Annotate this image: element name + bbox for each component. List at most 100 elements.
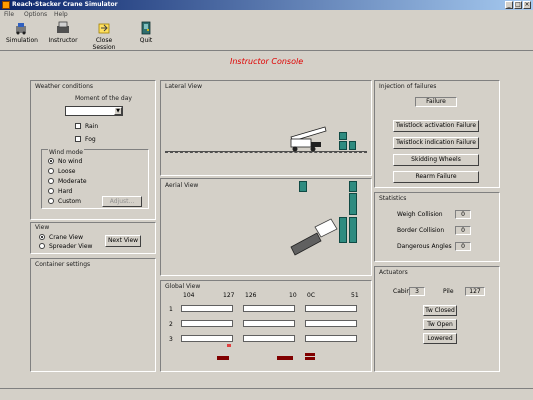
spreader-view-radio[interactable] (39, 243, 45, 249)
wind-radio-no-wind[interactable] (48, 158, 54, 164)
global-row-label: 2 (169, 321, 173, 328)
global-col-label: 10 (289, 292, 297, 299)
global-bay (181, 305, 233, 312)
container-lateral (339, 141, 347, 150)
minimize-button[interactable]: _ (505, 1, 513, 9)
container-aerial (349, 217, 357, 243)
wind-label-moderate: Moderate (58, 178, 87, 185)
weigh-collision-value: 0 (455, 210, 471, 219)
fog-checkbox[interactable] (75, 136, 81, 142)
wind-label-loose: Loose (58, 168, 76, 175)
wind-radio-hard[interactable] (48, 188, 54, 194)
lowered-button[interactable]: Lowered (423, 333, 457, 344)
instructor-icon (56, 21, 70, 35)
close-session-icon (97, 21, 111, 35)
close-session-button[interactable]: Close Session (86, 21, 122, 51)
tw-open-button[interactable]: Tw Open (423, 319, 457, 330)
status-bar (0, 388, 533, 400)
next-view-button[interactable]: Next View (105, 235, 141, 247)
global-bay (243, 320, 295, 327)
crane-position-marker (227, 344, 231, 347)
quit-icon (139, 21, 153, 35)
app-icon (2, 1, 10, 9)
global-marker (217, 356, 229, 360)
aerial-view-panel: Aerial View (160, 178, 372, 276)
tw-closed-button[interactable]: Tw Closed (423, 305, 457, 316)
actuators-title: Actuators (379, 269, 408, 276)
menu-file[interactable]: File (4, 11, 14, 18)
twistlock-activation-failure-button[interactable]: Twistlock activation Failure (393, 120, 479, 132)
global-bay (305, 335, 357, 342)
global-col-label: 126 (245, 292, 257, 299)
global-row-label: 1 (169, 306, 173, 313)
border-collision-label: Border Collision (397, 227, 445, 234)
global-marker (305, 353, 315, 356)
global-bay (243, 305, 295, 312)
crane-view-radio[interactable] (39, 234, 45, 240)
rain-checkbox[interactable] (75, 123, 81, 129)
wind-label-no-wind: No wind (58, 158, 83, 165)
statistics-panel: Statistics Weigh Collision 0 Border Coll… (374, 192, 500, 262)
weigh-collision-label: Weigh Collision (397, 211, 443, 218)
twistlock-indication-failure-button[interactable]: Twistlock indication Failure (393, 137, 479, 149)
simulation-button[interactable]: Simulation (6, 21, 38, 49)
view-panel: View Crane View Spreader View Next View (30, 222, 156, 254)
global-col-label: 51 (351, 292, 359, 299)
dangerous-angles-label: Dangerous Angles (397, 243, 452, 250)
wind-radio-loose[interactable] (48, 168, 54, 174)
container-lateral (349, 141, 356, 150)
skidding-wheels-button[interactable]: Skidding Wheels (393, 154, 479, 166)
crane-view-label: Crane View (49, 234, 83, 241)
quit-button[interactable]: Quit (134, 21, 158, 49)
container-settings-title: Container settings (35, 261, 91, 268)
pile-value: 127 (465, 287, 485, 296)
container-lateral (339, 132, 347, 140)
lateral-view-panel: Lateral View (160, 80, 372, 176)
window-title: Reach-Stacker Crane Simulator (12, 1, 118, 8)
adjust-button[interactable]: Adjust... (102, 196, 142, 207)
wind-label-hard: Hard (58, 188, 73, 195)
container-aerial (349, 193, 357, 215)
failure-status: Failure (415, 97, 457, 107)
container-aerial (299, 181, 307, 192)
crane-lateral-icon (290, 126, 327, 152)
container-settings-panel: Container settings (30, 258, 156, 372)
moment-select[interactable]: ▼ (65, 106, 123, 116)
ground-line (165, 151, 367, 153)
toolbar: Simulation Instructor Close Session Quit (0, 19, 533, 51)
wind-title: Wind mode (48, 149, 85, 156)
aerial-view-title: Aerial View (165, 182, 199, 189)
global-col-label: 104 (183, 292, 195, 299)
menu-help[interactable]: Help (54, 11, 68, 18)
console-title: Instructor Console (230, 57, 304, 66)
wind-group: Wind mode No wind Loose Moderate Hard Cu… (41, 149, 149, 209)
crane-aerial-icon (290, 218, 338, 256)
wind-radio-moderate[interactable] (48, 178, 54, 184)
weather-panel: Weather conditions Moment of the day ▼ R… (30, 80, 156, 220)
wind-radio-custom[interactable] (48, 198, 54, 204)
chevron-down-icon[interactable]: ▼ (114, 107, 122, 115)
global-col-label: 127 (223, 292, 235, 299)
border-collision-value: 0 (455, 226, 471, 235)
menu-options[interactable]: Options (24, 11, 47, 18)
fog-label: Fog (85, 136, 96, 143)
global-bay (243, 335, 295, 342)
global-view-panel: Global View 104 127 126 10 0C 51 1 2 3 (160, 280, 372, 372)
container-aerial (349, 181, 357, 192)
actuators-panel: Actuators Cabin 3 Pile 127 Tw Closed Tw … (374, 266, 500, 372)
lateral-view-title: Lateral View (165, 83, 203, 90)
global-bay (181, 335, 233, 342)
dangerous-angles-value: 0 (455, 242, 471, 251)
statistics-title: Statistics (379, 195, 407, 202)
close-button[interactable]: × (523, 1, 531, 9)
global-bay (181, 320, 233, 327)
global-bay (305, 305, 357, 312)
rearm-failure-button[interactable]: Rearm Failure (393, 171, 479, 183)
weather-title: Weather conditions (35, 83, 94, 90)
instructor-button[interactable]: Instructor (48, 21, 78, 49)
failures-panel: Injection of failures Failure Twistlock … (374, 80, 500, 188)
global-row-label: 3 (169, 336, 173, 343)
pile-label: Pile (443, 288, 454, 295)
maximize-button[interactable]: □ (514, 1, 522, 9)
global-view-title: Global View (165, 283, 201, 290)
